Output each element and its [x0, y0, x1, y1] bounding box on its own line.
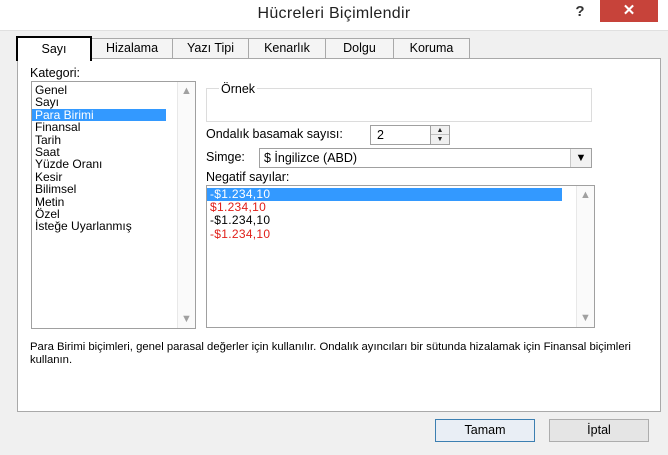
tab-number[interactable]: Sayı	[16, 36, 92, 61]
format-description: Para Birimi biçimleri, genel parasal değ…	[30, 341, 631, 366]
category-item[interactable]: Yüzde Oranı	[32, 158, 195, 171]
decimal-places-stepper[interactable]: 2 ▲ ▼	[370, 125, 450, 145]
tab-fill[interactable]: Dolgu	[325, 38, 394, 58]
negative-format-item[interactable]: -$1.234,10	[207, 214, 594, 227]
sample-label: Örnek	[219, 82, 258, 96]
negative-format-item[interactable]: -$1.234,10	[207, 227, 594, 241]
stepper-up-icon[interactable]: ▲	[431, 126, 449, 135]
scroll-down-icon[interactable]: ▼	[178, 313, 195, 325]
negative-numbers-label: Negatif sayılar:	[206, 170, 290, 184]
category-item[interactable]: İsteğe Uyarlanmış	[32, 220, 195, 233]
title-bar: Hücreleri Biçimlendir ? ✕	[0, 0, 668, 31]
category-label: Kategori:	[30, 66, 81, 80]
scroll-down-icon[interactable]: ▼	[577, 312, 594, 324]
scroll-up-icon[interactable]: ▲	[178, 85, 195, 97]
close-button[interactable]: ✕	[600, 0, 658, 22]
category-item[interactable]: Finansal	[32, 121, 195, 134]
negative-numbers-list[interactable]: -$1.234,10 $1.234,10 -$1.234,10 -$1.234,…	[206, 185, 595, 328]
scroll-up-icon[interactable]: ▲	[577, 189, 594, 201]
category-scrollbar[interactable]: ▲ ▼	[177, 82, 195, 328]
decimal-places-label: Ondalık basamak sayısı:	[206, 127, 343, 141]
symbol-dropdown[interactable]: $ İngilizce (ABD) ▼	[259, 148, 592, 168]
tab-font[interactable]: Yazı Tipi	[172, 38, 249, 58]
category-list[interactable]: Genel Sayı Para Birimi Finansal Tarih Sa…	[31, 81, 196, 329]
cancel-button[interactable]: İptal	[549, 419, 649, 442]
ok-button[interactable]: Tamam	[435, 419, 535, 442]
stepper-buttons: ▲ ▼	[430, 126, 449, 144]
chevron-down-icon[interactable]: ▼	[570, 149, 591, 167]
help-button[interactable]: ?	[566, 2, 594, 22]
decimal-places-value[interactable]: 2	[377, 128, 384, 142]
sample-box	[206, 88, 592, 122]
tab-alignment[interactable]: Hizalama	[91, 38, 173, 58]
stepper-down-icon[interactable]: ▼	[431, 135, 449, 144]
category-item[interactable]: Bilimsel	[32, 183, 195, 196]
tab-border[interactable]: Kenarlık	[248, 38, 326, 58]
symbol-label: Simge:	[206, 150, 245, 164]
negative-numbers-scrollbar[interactable]: ▲ ▼	[576, 186, 594, 327]
tab-panel-number: Kategori: Genel Sayı Para Birimi Finansa…	[17, 58, 661, 412]
category-item[interactable]: Sayı	[32, 96, 195, 109]
symbol-value[interactable]: $ İngilizce (ABD)	[264, 151, 357, 165]
tab-protection[interactable]: Koruma	[393, 38, 470, 58]
